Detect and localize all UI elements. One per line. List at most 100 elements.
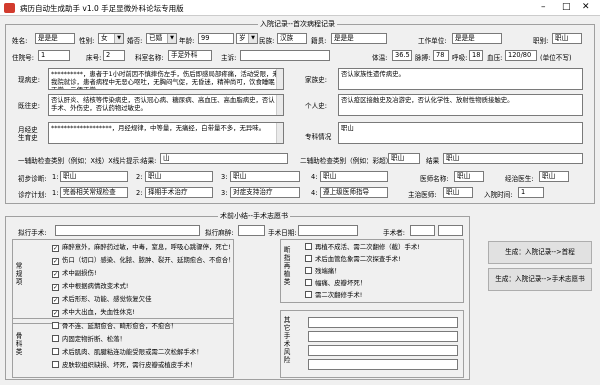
risk-checkbox[interactable]: ✓ 术后形形、功能、感觉恢复欠佳 (52, 295, 151, 304)
doctor-input[interactable]: 职山 (454, 171, 484, 182)
surgery-date-input[interactable] (298, 225, 358, 236)
window-title: 病历自动生成助手 v1.0 手足显微外科论坛专用版 (20, 4, 184, 13)
chevron-down-icon[interactable]: ▼ (167, 34, 176, 43)
maximize-button[interactable]: □ (562, 3, 571, 12)
close-button[interactable]: ✕ (582, 3, 590, 12)
personal-history-textarea[interactable]: 否认疫区接触史及冶游史，否认化学性、放射性物质接触史。 (338, 94, 583, 116)
checkbox-box[interactable]: ✓ (52, 310, 59, 317)
plan4-input[interactable]: 遵上级医师指导 (320, 187, 388, 198)
checkbox-box[interactable] (52, 348, 59, 355)
checkbox-box[interactable] (305, 291, 312, 298)
checkbox-box[interactable] (305, 243, 312, 250)
bed-input[interactable]: 2 (103, 50, 125, 61)
checkbox-box[interactable] (52, 335, 59, 342)
age-input[interactable]: 99 (198, 33, 234, 44)
checkbox-label: 术后肌肉、肌腱粘连功能受限或需二次松解手术！ (62, 348, 203, 356)
checkbox-box[interactable]: ✓ (52, 258, 59, 265)
surgeon2-input[interactable] (438, 225, 463, 236)
diag2-input[interactable]: 职山 (145, 171, 213, 182)
checkbox-box[interactable] (305, 255, 312, 262)
age-unit-select[interactable]: 岁 ▼ (236, 33, 258, 44)
name-input[interactable]: 是是是 (35, 33, 75, 44)
surgery-name-label: 拟行手术: (18, 229, 47, 237)
risk-checkbox[interactable]: 幅痛、皮瓣坏死！ (305, 279, 366, 288)
checkbox-box[interactable]: ✓ (52, 284, 59, 291)
dept-label: 科室名称: (135, 54, 164, 62)
diag3-input[interactable]: 职山 (230, 171, 300, 182)
risk-checkbox[interactable]: 需二次翻修手术! (305, 291, 362, 300)
other-risk-input-4[interactable] (308, 359, 458, 370)
checkbox-box[interactable] (52, 322, 59, 329)
risk-checkbox[interactable]: ✓ 术中根据病情改变术式! (52, 282, 128, 291)
chevron-down-icon[interactable]: ▼ (114, 34, 123, 43)
dept-input[interactable]: 手足外科 (168, 50, 212, 61)
work-input[interactable]: 是是是 (452, 33, 502, 44)
checkbox-box[interactable] (52, 361, 59, 368)
risk-checkbox[interactable]: 术后血管危象需二次探查手术! (305, 255, 401, 264)
chevron-down-icon[interactable]: ▼ (248, 34, 257, 43)
minimize-button[interactable]: – (541, 3, 546, 12)
risk-checkbox[interactable]: 术后肌肉、肌腱粘连功能受限或需二次松解手术！ (52, 348, 203, 357)
other-risk-input-1[interactable] (308, 317, 458, 328)
pulse-input[interactable]: 78 (433, 50, 449, 61)
special-exam-label: 专科情况 (305, 133, 332, 141)
risk-checkbox[interactable]: ✓ 术中副损伤! (52, 269, 97, 278)
scrollbar[interactable] (276, 123, 283, 143)
plan1-input[interactable]: 完善相关常规检查 (60, 187, 128, 198)
init-diag-label: 初步诊断: (18, 175, 47, 183)
checkbox-box[interactable]: ✓ (52, 245, 59, 252)
scrollbar[interactable] (276, 95, 283, 115)
risk-checkbox[interactable]: ✓ 麻醉意外，麻醉药过敏，中毒，窒息，呼吸心跳骤停，死亡! (52, 243, 231, 252)
plan3-input[interactable]: 对症支持治疗 (230, 187, 300, 198)
risk-checkbox[interactable]: 残端痛！ (305, 267, 341, 276)
sex-select[interactable]: 女 ▼ (98, 33, 124, 44)
scrollbar[interactable] (276, 69, 283, 89)
diag1-input[interactable]: 职山 (60, 171, 128, 182)
risk-checkbox[interactable]: 皮肤软组织缺损、坏死，需行皮瓣或植皮手术！ (52, 361, 196, 370)
other-risk-input-3[interactable] (308, 345, 458, 356)
generate-first-record-button[interactable]: 生成：入院记录-->首程 (488, 241, 592, 264)
checkbox-box[interactable] (305, 267, 312, 274)
risk-checkbox[interactable]: 骨不连、延期愈合、畸形愈合，不愈合！ (52, 322, 177, 331)
checkbox-label: 再植不成活、需二次翻修（截）手术! (315, 243, 420, 251)
risk-checkbox[interactable]: ✓ 术中大出血，失血性休克! (52, 308, 135, 317)
temp-input[interactable]: 36.5 (392, 50, 412, 61)
aux2-result-input[interactable]: 职山 (443, 153, 583, 164)
aux1-result-input[interactable]: 山 (160, 153, 288, 164)
menstrual-history-textarea[interactable]: *******************，月经规律，中等量，无痛经，白带量不多，无… (48, 122, 284, 144)
checkbox-label: 术后形形、功能、感觉恢复欠佳 (62, 295, 152, 303)
marital-select[interactable]: 已婚 ▼ (146, 33, 177, 44)
aux2-result-label: 结果 (426, 157, 440, 165)
generate-consent-button[interactable]: 生成：入院记录-->手术志愿书 (488, 268, 592, 291)
risk-checkbox[interactable]: 内固定物折断、松落！ (52, 335, 126, 344)
job-input[interactable]: 职山 (552, 33, 582, 44)
risk-checkbox[interactable]: 再植不成活、需二次翻修（截）手术! (305, 243, 420, 252)
checkbox-box[interactable]: ✓ (52, 271, 59, 278)
admit-date-input[interactable]: 1 (518, 187, 544, 198)
admission-no-input[interactable]: 1 (38, 50, 70, 61)
present-history-textarea[interactable]: **********，患者于1小时前因不慎摔伤左手，伤后即感局部疼痛，活动受限，… (48, 68, 284, 90)
surgery-name-input[interactable] (55, 225, 200, 236)
past-history-textarea[interactable]: 否认肝炎、结核等传染病史，否认冠心病、糖尿病、高血压、高血脂病史，否认手术、外伤… (48, 94, 284, 116)
surgeon-input[interactable] (410, 225, 435, 236)
anesthesia-input[interactable] (238, 225, 265, 236)
special-exam-textarea[interactable]: 职山 (338, 122, 583, 144)
diag4-input[interactable]: 职山 (320, 171, 388, 182)
nation-input[interactable]: 汉族 (277, 33, 307, 44)
surgery-group-title: 术前小结--手术志愿书 (218, 211, 291, 221)
attending-input[interactable]: 职山 (539, 171, 569, 182)
checkbox-box[interactable]: ✓ (52, 297, 59, 304)
chief-doctor-input[interactable]: 职山 (443, 187, 473, 198)
aux2-label: 二辅助检查类别（例如：彩超） (300, 157, 393, 165)
aux2-input[interactable]: 职山 (388, 153, 420, 164)
family-history-textarea[interactable]: 否认家族性遗传病史。 (338, 68, 583, 90)
other-risk-input-2[interactable] (308, 331, 458, 342)
chief-complaint-input[interactable] (240, 50, 330, 61)
plan2-input[interactable]: 择期手术治疗 (145, 187, 213, 198)
bp-input[interactable]: 120/80 (505, 50, 537, 61)
origin-input[interactable]: 是是是 (331, 33, 387, 44)
diag1-label: 1: (52, 173, 59, 181)
risk-checkbox[interactable]: ✓ 伤口（切口）感染、化脓、脓肿、裂开、延期愈合、不愈合！ (52, 256, 235, 265)
checkbox-box[interactable] (305, 279, 312, 286)
resp-input[interactable]: 18 (469, 50, 483, 61)
